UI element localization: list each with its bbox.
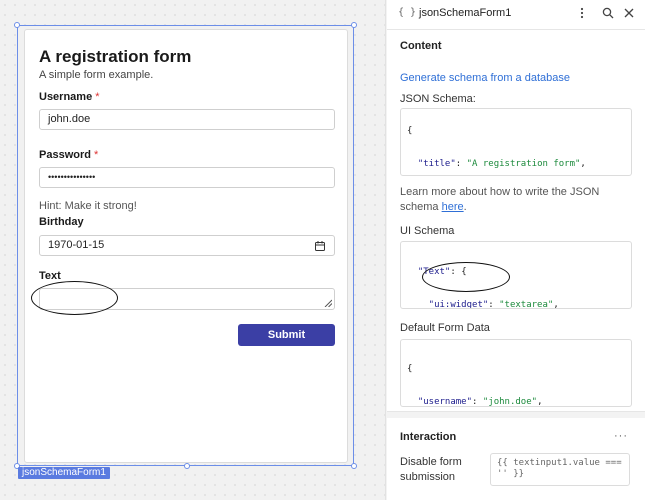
inspector-panel: { } jsonSchemaForm1 Content Generate sch… [387, 0, 645, 500]
resize-handle[interactable] [351, 22, 357, 28]
code-text: { [407, 126, 413, 136]
interaction-section-title: Interaction [400, 431, 457, 443]
help-text-body: Learn more about how to write the JSON s… [400, 186, 600, 213]
resize-handle[interactable] [351, 463, 357, 469]
ui-schema-label: UI Schema [400, 225, 455, 237]
close-icon[interactable] [623, 7, 635, 19]
help-text: Learn more about how to write the JSON s… [400, 185, 635, 215]
panel-title[interactable]: jsonSchemaForm1 [419, 7, 511, 19]
disable-submission-input[interactable]: {{ textinput1.value === '' }} [490, 453, 630, 486]
code-line: { [407, 364, 413, 374]
canvas: A registration form A simple form exampl… [0, 0, 386, 500]
code-line: "ui:widget": "textarea", [407, 300, 559, 309]
code-line: "username": "john.doe", [407, 397, 543, 407]
content-section-title: Content [400, 40, 442, 52]
default-data-label: Default Form Data [400, 322, 490, 334]
code-line: { [407, 126, 625, 137]
annotation-circle [422, 262, 510, 292]
panel-header: { } jsonSchemaForm1 [387, 0, 645, 27]
resize-handle[interactable] [14, 22, 20, 28]
component-type-icon: { } [398, 7, 417, 18]
generate-schema-link[interactable]: Generate schema from a database [400, 72, 570, 84]
default-data-editor[interactable]: { "username": "john.doe", "password": "j… [400, 339, 632, 407]
disable-submission-label: Disable form submission [400, 456, 462, 483]
help-period: . [463, 201, 467, 213]
divider [387, 29, 645, 30]
search-icon[interactable] [602, 7, 614, 19]
selection-outline [14, 22, 357, 469]
json-schema-label: JSON Schema: [400, 93, 476, 105]
interaction-more-icon[interactable]: ··· [614, 430, 628, 442]
json-schema-editor[interactable]: { "title": "A registration form", "descr… [400, 108, 632, 176]
more-icon[interactable] [576, 7, 588, 19]
component-tag[interactable]: jsonSchemaForm1 [18, 467, 110, 479]
help-link[interactable]: here [442, 201, 464, 213]
resize-handle[interactable] [184, 463, 190, 469]
code-line: "title": "A registration form", [407, 159, 586, 169]
